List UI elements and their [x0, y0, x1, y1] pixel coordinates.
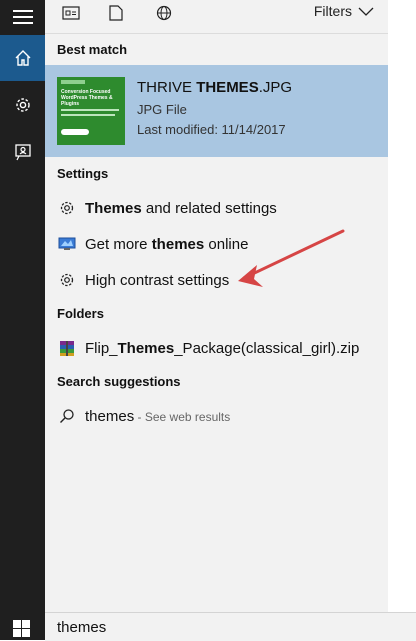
best-match-modified: Last modified: 11/14/2017	[137, 122, 286, 137]
windows-logo-icon	[13, 620, 30, 637]
best-match-header: Best match	[57, 42, 128, 57]
get-themes-post: online	[204, 235, 249, 253]
search-icon	[57, 406, 77, 426]
suggestion-query: themes	[85, 407, 135, 425]
start-button[interactable]	[0, 612, 45, 640]
settings-button[interactable]	[0, 82, 45, 128]
settings-gear-icon	[15, 98, 30, 112]
feedback-icon	[14, 144, 31, 161]
best-match-type: JPG File	[137, 102, 187, 117]
web-filter-button[interactable]	[151, 2, 177, 24]
settings-gear-icon	[57, 198, 77, 218]
zip-post: _Package(classical_girl).zip	[174, 339, 360, 357]
settings-themes-bold: Themes	[85, 199, 142, 217]
home-button[interactable]	[0, 35, 45, 81]
web-suggestion-themes[interactable]: themes - See web results	[45, 401, 388, 431]
chevron-down-icon	[358, 7, 374, 16]
document-icon	[109, 5, 123, 21]
apps-filter-button[interactable]	[58, 2, 84, 24]
hamburger-menu-icon	[12, 9, 33, 24]
settings-header: Settings	[57, 166, 109, 181]
apps-icon	[62, 6, 80, 20]
personalization-icon	[57, 234, 77, 254]
feedback-button[interactable]	[0, 129, 45, 175]
settings-themes-rest: and related settings	[141, 199, 277, 217]
settings-result-themes[interactable]: Themes and related settings	[45, 193, 388, 223]
archive-zip-icon	[57, 338, 77, 358]
best-match-title: THRIVE THEMES.JPG	[137, 79, 293, 96]
web-icon	[156, 5, 172, 21]
results-toolbar: Filters	[45, 0, 388, 34]
filters-label: Filters	[313, 3, 352, 19]
zip-pre: Flip_	[85, 339, 118, 357]
home-icon	[15, 50, 30, 66]
suggestion-hint: - See web results	[134, 409, 231, 424]
documents-filter-button[interactable]	[103, 2, 129, 24]
search-box[interactable]: themes	[45, 612, 416, 641]
filters-dropdown[interactable]: Filters	[314, 3, 374, 19]
settings-gear-icon	[57, 270, 77, 290]
best-match-result[interactable]: Conversion Focused WordPress Themes & Pl…	[45, 65, 388, 157]
folders-header: Folders	[57, 306, 104, 321]
scrollbar-track	[388, 0, 416, 612]
search-suggestions-header: Search suggestions	[57, 374, 181, 389]
settings-result-get-themes[interactable]: Get more themes online	[45, 229, 388, 259]
get-themes-bold: themes	[151, 235, 205, 253]
hamburger-menu-button[interactable]	[0, 0, 45, 33]
get-themes-pre: Get more	[85, 235, 152, 253]
folder-result-zip[interactable]: Flip_Themes_Package(classical_girl).zip	[45, 333, 388, 363]
file-thumbnail: Conversion Focused WordPress Themes & Pl…	[57, 77, 125, 145]
settings-result-high-contrast[interactable]: High contrast settings	[45, 265, 388, 295]
high-contrast-label: High contrast settings	[85, 271, 230, 289]
zip-bold: Themes	[117, 339, 175, 357]
search-input-value[interactable]: themes	[57, 619, 106, 636]
thumbnail-text: Conversion Focused WordPress Themes & Pl…	[61, 89, 113, 107]
